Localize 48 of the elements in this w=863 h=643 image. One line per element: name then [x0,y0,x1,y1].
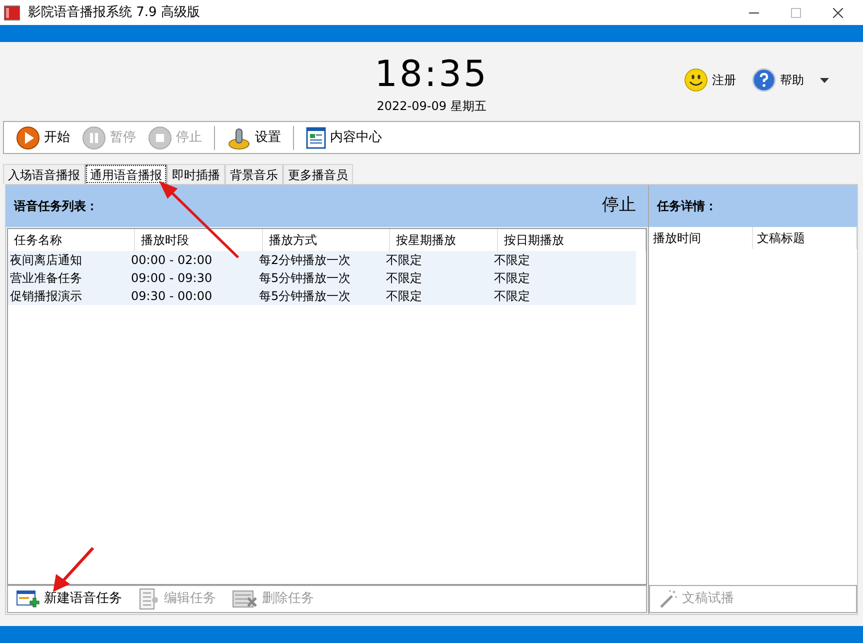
toolbar-button[interactable]: 设置 [223,126,285,150]
tab[interactable]: 即时插播 [167,164,225,184]
tab[interactable]: 通用语音播报 [85,164,167,184]
table-cell-text: 不限定 [385,270,423,287]
toolbar-button[interactable]: 内容中心 [302,126,386,150]
table-cell-text: 00:00 - 02:00 [130,252,214,269]
dropdown-caret-icon[interactable] [820,78,829,82]
play-icon [16,126,40,150]
clock-time: 18:35 [374,52,488,96]
table-cell-text: 09:00 - 09:30 [130,270,214,287]
panel-title: 语音任务列表： [14,198,98,215]
tab[interactable]: 背景音乐 [225,164,283,184]
add-list-icon [16,589,40,609]
table-cell-text: 不限定 [493,288,531,305]
table-cell-text: 不限定 [493,252,531,269]
header-link[interactable]: 帮助 [752,68,804,92]
document-icon [306,126,326,148]
table-cell-text: 促销播报演示 [9,288,83,305]
table-cell-text: 不限定 [493,270,531,287]
table-cell-text: 夜间离店通知 [9,252,83,269]
table-cell-text: 营业准备任务 [9,270,83,287]
help-icon [752,68,776,92]
smiley-icon [684,68,708,92]
column-header[interactable]: 播放时间 [649,227,753,249]
table-cell-text: 每5分钟播放一次 [258,288,352,305]
table-cell-text: 不限定 [385,252,423,269]
film-icon [4,4,20,20]
window-title: 影院语音播报系统 7.9 高级版 [28,4,200,22]
clock-date: 2022-09-09 星期五 [376,98,486,114]
toolbar-button[interactable]: 开始 [12,126,74,150]
table-cell-text: 每5分钟播放一次 [258,270,352,287]
status-text: 停止 [602,194,637,218]
table-cell-text: 不限定 [385,288,423,305]
header-link[interactable]: 注册 [684,68,736,92]
table-cell-text: 09:30 - 00:00 [130,288,214,305]
delete-list-icon [232,589,258,609]
list-icon [138,588,160,610]
gear-icon [227,126,251,150]
close-icon[interactable] [833,8,843,18]
tab[interactable]: 入场语音播报 [3,164,85,184]
pause-icon [82,126,106,150]
toolbar-button[interactable]: 新建语音任务 [12,587,126,611]
tab[interactable]: 更多播音员 [283,164,353,184]
column-header[interactable]: 文稿标题 [753,227,857,249]
panel-title: 任务详情： [657,198,717,215]
table-cell-text: 每2分钟播放一次 [258,252,352,269]
magic-wand-icon [658,589,678,609]
stop-icon [148,126,172,150]
